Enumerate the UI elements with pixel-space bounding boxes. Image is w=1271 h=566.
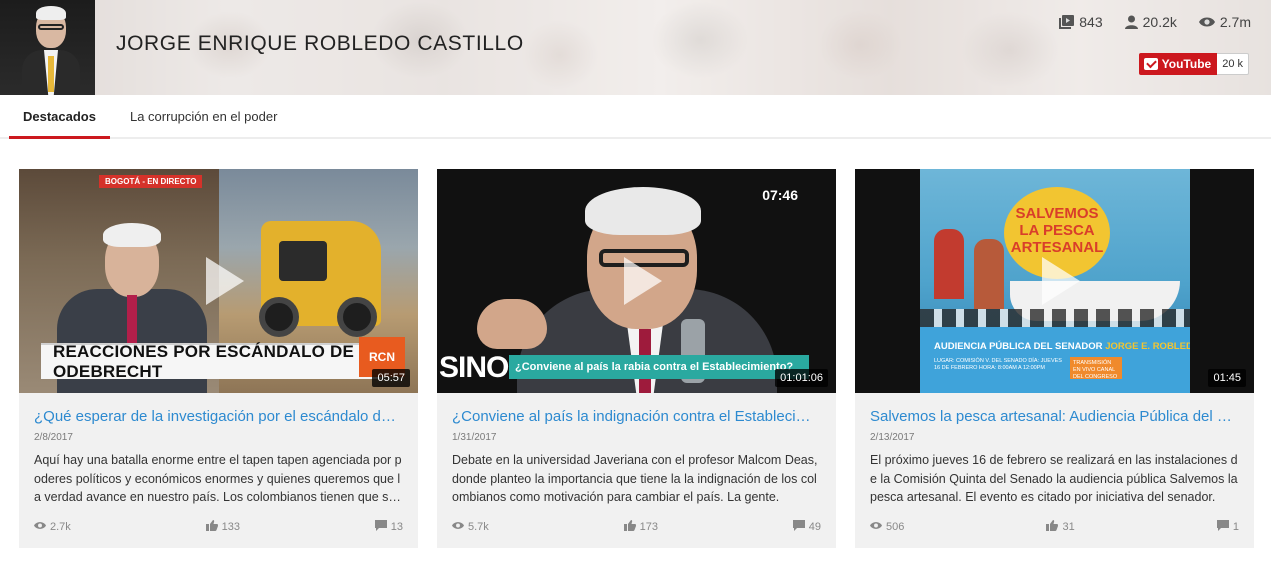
thumbnail-lower-third: ¿Conviene al país la rabia contra el Est… <box>509 355 809 379</box>
video-thumbnail[interactable]: BOGOTÁ - EN DIRECTO REACCIONES POR ESCÁN… <box>19 169 418 393</box>
youtube-label: YouTube <box>1161 57 1212 71</box>
comment-count: 49 <box>808 521 821 533</box>
tab-destacados[interactable]: Destacados <box>9 95 110 139</box>
poster-tag: TRANSMISIÓN EN VIVO CANAL DEL CONGRESO <box>1070 357 1122 380</box>
play-icon[interactable] <box>205 257 244 305</box>
video-thumbnail[interactable]: SALVEMOS LA PESCA ARTESANAL AUDIENCIA PÚ… <box>855 169 1254 393</box>
comment-count: 13 <box>390 521 403 533</box>
poster-title: SALVEMOS LA PESCA ARTESANAL <box>1010 205 1104 256</box>
channel-tabs: Destacados La corrupción en el poder <box>0 95 1271 139</box>
video-title[interactable]: ¿Qué esperar de la investigación por el … <box>34 407 403 427</box>
videos-count-stat: 843 <box>1059 14 1103 30</box>
subscribers-count: 20.2k <box>1142 14 1177 30</box>
video-stats: 2.7k 133 13 <box>34 520 403 534</box>
thumbnail-logo: SINO <box>439 351 509 384</box>
video-stats: 506 31 1 <box>870 520 1239 534</box>
like-count: 133 <box>221 521 240 533</box>
thumbnail-banner: REACCIONES POR ESCÁNDALO DE ODEBRECHT <box>41 342 381 381</box>
subscribers-stat: 20.2k <box>1124 14 1177 30</box>
video-card[interactable]: BOGOTÁ - EN DIRECTO REACCIONES POR ESCÁN… <box>19 169 418 548</box>
view-count: 5.7k <box>468 521 489 533</box>
video-description: Debate en la universidad Javeriana con e… <box>452 453 818 504</box>
thumbnail-time: 07:46 <box>762 187 798 203</box>
video-title[interactable]: ¿Conviene al país la indignación contra … <box>452 407 821 427</box>
eye-icon <box>34 521 46 533</box>
views-count: 2.7m <box>1219 14 1251 30</box>
poster-details: LUGAR: COMISIÓN V. DEL SENADO DÍA: JUEVE… <box>934 358 1062 371</box>
eye-icon <box>452 521 464 533</box>
thumbs-up-icon <box>205 520 218 534</box>
youtube-subscriber-count: 20 k <box>1217 53 1249 75</box>
video-thumbnail[interactable]: 07:46 SINO ¿Conviene al país la rabia co… <box>437 169 836 393</box>
comment-icon <box>1216 520 1229 534</box>
video-duration: 01:45 <box>1208 369 1246 387</box>
youtube-subscribe[interactable]: YouTube 20 k <box>1138 53 1249 75</box>
like-count: 173 <box>639 521 658 533</box>
video-stats: 5.7k 173 49 <box>452 520 821 534</box>
poster-lower-text: AUDIENCIA PÚBLICA DEL SENADOR JORGE E. R… <box>934 341 1190 352</box>
comment-icon <box>374 520 387 534</box>
person-icon <box>1124 15 1138 29</box>
comment-count: 1 <box>1232 521 1239 533</box>
channel-page: JORGE ENRIQUE ROBLEDO CASTILLO 843 20.2k… <box>0 0 1271 566</box>
video-duration: 05:57 <box>372 369 410 387</box>
video-grid: BOGOTÁ - EN DIRECTO REACCIONES POR ESCÁN… <box>19 169 1254 548</box>
views-stat: 2.7m <box>1198 14 1251 30</box>
video-date: 2/13/2017 <box>870 432 915 443</box>
videos-count: 843 <box>1079 14 1103 30</box>
view-count: 2.7k <box>50 521 71 533</box>
tab-corrupcion[interactable]: La corrupción en el poder <box>116 95 291 137</box>
video-date: 2/8/2017 <box>34 432 73 443</box>
channel-stats: 843 20.2k 2.7m <box>1037 14 1251 30</box>
video-library-icon <box>1059 15 1075 29</box>
eye-icon <box>1198 16 1215 28</box>
comment-icon <box>792 520 805 534</box>
play-icon[interactable] <box>623 257 662 305</box>
video-title[interactable]: Salvemos la pesca artesanal: Audiencia P… <box>870 407 1239 427</box>
youtube-subscribe-button[interactable]: YouTube <box>1138 53 1218 75</box>
thumbs-up-icon <box>623 520 636 534</box>
like-count: 31 <box>1062 521 1075 533</box>
thumbnail-top-label: BOGOTÁ - EN DIRECTO <box>99 175 203 188</box>
video-card[interactable]: SALVEMOS LA PESCA ARTESANAL AUDIENCIA PÚ… <box>855 169 1254 548</box>
channel-title: JORGE ENRIQUE ROBLEDO CASTILLO <box>116 32 524 55</box>
video-description: Aquí hay una batalla enorme entre el tap… <box>34 453 403 504</box>
video-duration: 01:01:06 <box>775 369 828 387</box>
channel-avatar[interactable] <box>0 0 95 95</box>
thumbs-up-icon <box>1046 520 1059 534</box>
video-date: 1/31/2017 <box>452 432 497 443</box>
video-card[interactable]: 07:46 SINO ¿Conviene al país la rabia co… <box>437 169 836 548</box>
channel-header: JORGE ENRIQUE ROBLEDO CASTILLO 843 20.2k… <box>0 0 1271 95</box>
eye-icon <box>870 521 882 533</box>
play-icon[interactable] <box>1041 257 1080 305</box>
check-icon <box>1143 58 1158 70</box>
video-description: El próximo jueves 16 de febrero se reali… <box>870 453 1238 504</box>
view-count: 506 <box>886 521 905 533</box>
